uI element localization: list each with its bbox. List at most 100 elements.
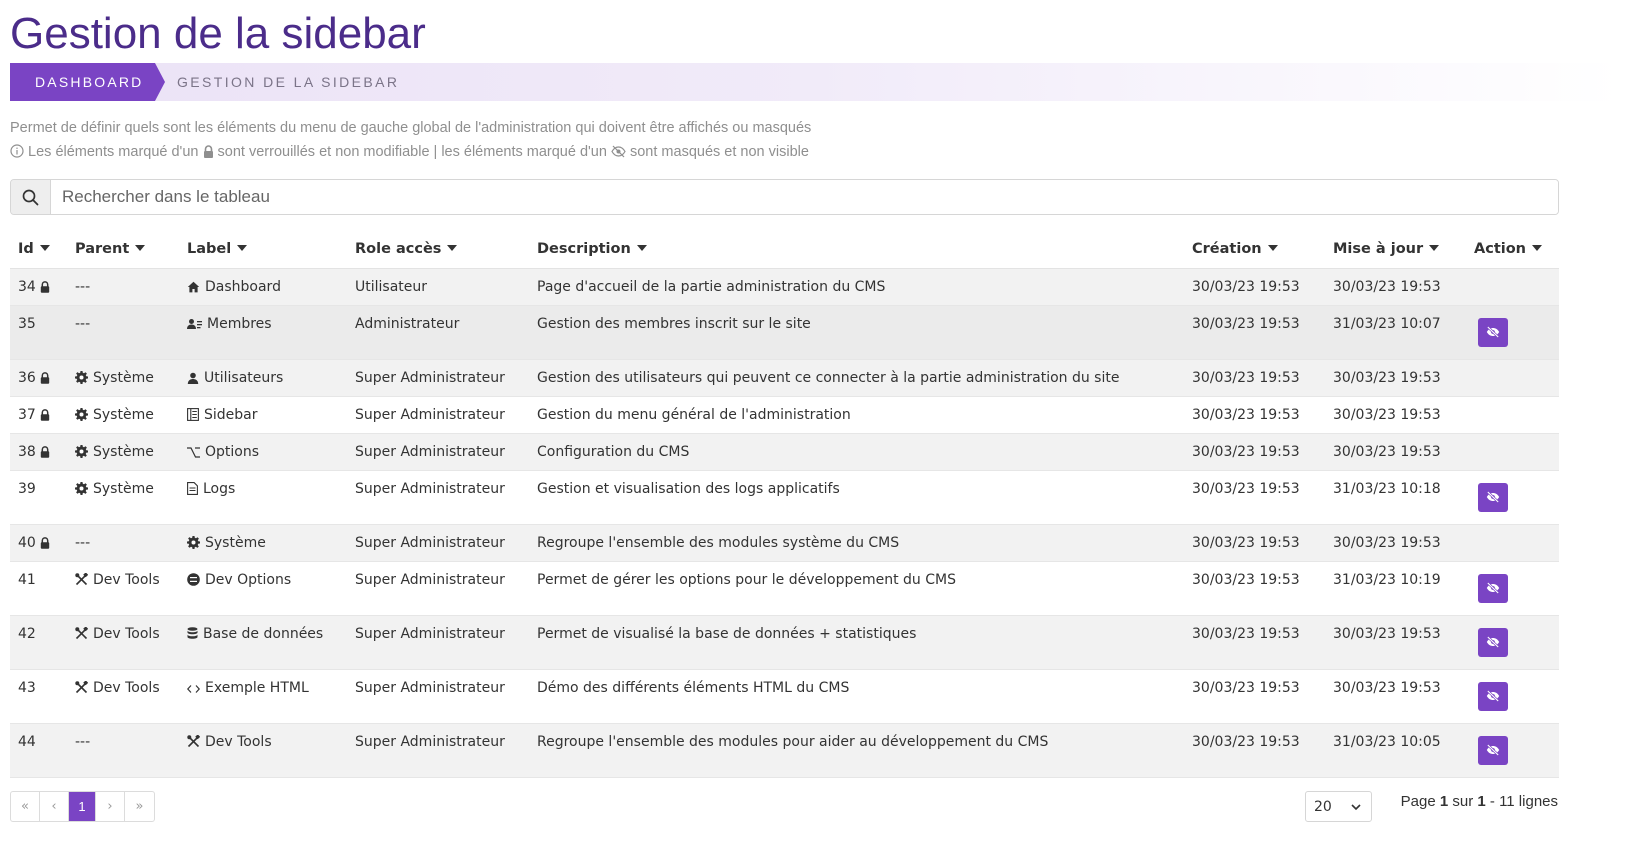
page-1-button[interactable]: 1 <box>69 792 96 821</box>
cell-description: Gestion des utilisateurs qui peuvent ce … <box>529 359 1184 397</box>
table-row: 41 Dev Tools Dev Options Super Administrate… <box>10 561 1559 616</box>
cell-action <box>1466 305 1559 360</box>
first-page-button[interactable]: « <box>11 792 40 821</box>
cell-label: Logs <box>179 470 347 525</box>
chevron-down-icon <box>1350 801 1362 817</box>
row-id: 38 <box>18 443 36 460</box>
table-row: 38 Système Options Super Administrateur Conf… <box>10 433 1559 471</box>
cell-updated: 31/03/23 10:07 <box>1325 305 1466 360</box>
legend-text-3: sont masqués et non visible <box>629 144 809 160</box>
col-header-parent[interactable]: Parent <box>67 230 179 269</box>
toggle-visibility-button[interactable] <box>1478 735 1508 765</box>
row-id: 44 <box>18 733 36 750</box>
code-icon <box>186 682 201 699</box>
col-header-role[interactable]: Role accès <box>347 230 529 269</box>
lock-icon <box>40 280 50 298</box>
cell-description: Regroupe l'ensemble des modules système … <box>529 524 1184 562</box>
gear-icon <box>75 370 88 389</box>
cell-id: 41 <box>10 561 67 616</box>
row-description: Gestion des membres inscrit sur le site <box>537 315 811 332</box>
row-updated: 30/03/23 19:53 <box>1333 443 1441 460</box>
col-header-label[interactable]: Label <box>179 230 347 269</box>
cell-parent: --- <box>67 723 179 778</box>
toggle-visibility-button[interactable] <box>1478 317 1508 347</box>
tools-icon <box>75 625 89 645</box>
pagination: « ‹ 1 › » <box>10 791 155 822</box>
cell-description: Démo des différents éléments HTML du CMS <box>529 669 1184 724</box>
toggle-visibility-button[interactable] <box>1478 681 1508 711</box>
members-icon <box>187 318 202 335</box>
cell-updated: 30/03/23 19:53 <box>1325 524 1466 562</box>
col-header-description[interactable]: Description <box>529 230 1184 269</box>
row-role: Super Administrateur <box>355 406 505 423</box>
cell-created: 30/03/23 19:53 <box>1184 669 1325 724</box>
user-icon <box>187 372 199 389</box>
col-header-updated[interactable]: Mise à jour <box>1325 230 1466 269</box>
page-info-sep: sur <box>1452 793 1474 810</box>
table-row: 39 Système Logs Super Administrateur Gestion… <box>10 470 1559 525</box>
breadcrumb-dashboard-link[interactable]: DASHBOARD <box>10 63 165 101</box>
cell-action <box>1466 470 1559 525</box>
toggle-visibility-button[interactable] <box>1478 482 1508 512</box>
toggle-visibility-button[interactable] <box>1478 627 1508 657</box>
breadcrumb: DASHBOARD GESTION DE LA SIDEBAR <box>10 63 1623 101</box>
cell-id: 44 <box>10 723 67 778</box>
cell-role: Super Administrateur <box>347 615 529 670</box>
cell-created: 30/03/23 19:53 <box>1184 396 1325 434</box>
cell-id: 40 <box>10 524 67 562</box>
row-created: 30/03/23 19:53 <box>1192 534 1300 551</box>
table-row: 44 --- Dev Tools Super Administrateur Regrou… <box>10 723 1559 778</box>
row-id: 34 <box>18 278 36 295</box>
row-updated: 30/03/23 19:53 <box>1333 406 1441 423</box>
cell-role: Super Administrateur <box>347 561 529 616</box>
search-icon[interactable] <box>11 180 51 214</box>
row-label: Dev Options <box>205 571 292 588</box>
cell-description: Gestion et visualisation des logs applic… <box>529 470 1184 525</box>
row-id: 36 <box>18 369 36 386</box>
cell-role: Administrateur <box>347 305 529 360</box>
legend-line: Les éléments marqué d'un sont verrouillé… <box>10 142 811 166</box>
cell-updated: 31/03/23 10:18 <box>1325 470 1466 525</box>
row-created: 30/03/23 19:53 <box>1192 571 1300 588</box>
table-row: 35 --- Membres Administrateur Gestion des me… <box>10 305 1559 360</box>
row-id: 42 <box>18 625 36 642</box>
row-label: Base de données <box>203 625 324 642</box>
eye-slash-icon <box>611 144 626 164</box>
cell-description: Regroupe l'ensemble des modules pour aid… <box>529 723 1184 778</box>
eye-slash-icon <box>1486 582 1500 594</box>
sidebar-icon <box>187 407 199 426</box>
cell-id: 35 <box>10 305 67 360</box>
row-description: Gestion des utilisateurs qui peuvent ce … <box>537 369 1120 386</box>
row-created: 30/03/23 19:53 <box>1192 480 1300 497</box>
next-page-button[interactable]: › <box>96 792 125 821</box>
row-created: 30/03/23 19:53 <box>1192 625 1300 642</box>
cell-description: Page d'accueil de la partie administrati… <box>529 268 1184 306</box>
tools-icon <box>75 571 89 591</box>
row-created: 30/03/23 19:53 <box>1192 278 1300 295</box>
cell-updated: 30/03/23 19:53 <box>1325 669 1466 724</box>
cell-parent: --- <box>67 524 179 562</box>
rows-per-page-select[interactable]: 20 <box>1305 791 1372 822</box>
row-id: 43 <box>18 679 36 696</box>
row-id: 35 <box>18 315 36 332</box>
cell-created: 30/03/23 19:53 <box>1184 433 1325 471</box>
row-description: Gestion du menu général de l'administrat… <box>537 406 851 423</box>
row-role: Super Administrateur <box>355 369 505 386</box>
search-input[interactable] <box>51 180 1558 214</box>
gear-icon <box>75 481 88 500</box>
cell-label: Dashboard <box>179 268 347 306</box>
last-page-button[interactable]: » <box>125 792 154 821</box>
row-description: Configuration du CMS <box>537 443 690 460</box>
col-header-id[interactable]: Id <box>10 230 67 269</box>
col-header-action[interactable]: Action <box>1466 230 1559 269</box>
cell-action <box>1466 615 1559 670</box>
row-updated: 30/03/23 19:53 <box>1333 369 1441 386</box>
cell-role: Super Administrateur <box>347 524 529 562</box>
cell-role: Super Administrateur <box>347 396 529 434</box>
prev-page-button[interactable]: ‹ <box>40 792 69 821</box>
gear-icon <box>187 535 200 554</box>
eye-slash-icon <box>1486 326 1500 338</box>
toggle-visibility-button[interactable] <box>1478 573 1508 603</box>
col-header-created[interactable]: Création <box>1184 230 1325 269</box>
cell-description: Permet de gérer les options pour le déve… <box>529 561 1184 616</box>
